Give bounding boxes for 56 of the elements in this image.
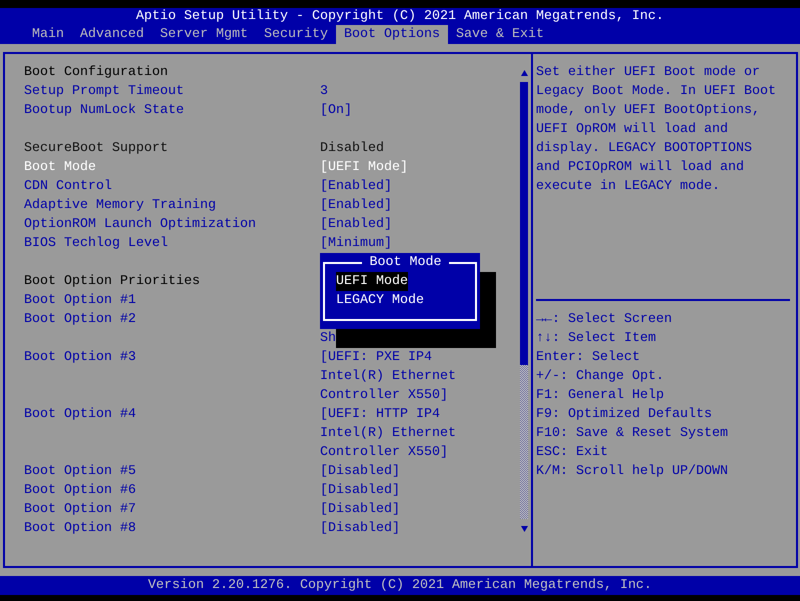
- setting-label[interactable]: Bootup NumLock State: [24, 101, 184, 120]
- menu-tab[interactable]: Save & Exit: [448, 25, 552, 44]
- key-hint: →←: Select Screen: [536, 311, 672, 329]
- setting-value[interactable]: [Disabled]: [320, 519, 400, 538]
- key-hint: F1: General Help: [536, 387, 664, 405]
- help-text: Set either UEFI Boot mode or Legacy Boot Mode. In UEFI Boot mode, only UEFI BootOptions, UEFI OpROM will load and display. LEGACY BOOTOPTIONS and PCIOpROM will load and execute in LEGACY mode.: [536, 64, 777, 196]
- info-value: Disabled: [320, 140, 384, 158]
- popup-title: Boot Mode: [368, 254, 442, 272]
- setting-label[interactable]: Boot Option #1: [24, 291, 136, 310]
- scroll-down-icon: [520, 526, 528, 532]
- setting-label[interactable]: Boot Option #7: [24, 500, 136, 519]
- setting-label[interactable]: OptionROM Launch Optimization: [24, 215, 256, 234]
- setting-label[interactable]: Adaptive Memory Training: [24, 196, 216, 215]
- setting-value[interactable]: [Disabled]: [320, 500, 400, 519]
- menu-tab[interactable]: Boot Options: [336, 25, 448, 44]
- menu-tab[interactable]: Security: [256, 25, 336, 44]
- menu-tab[interactable]: Server Mgmt: [152, 25, 256, 44]
- key-hint: +/-: Change Opt.: [536, 368, 664, 386]
- setting-value[interactable]: [UEFI: PXE IP4 Intel(R) Ethernet Controller X550]: [320, 348, 456, 405]
- section-heading: Boot Option Priorities: [24, 273, 200, 291]
- key-hint: F9: Optimized Defaults: [536, 406, 712, 424]
- setting-value[interactable]: [UEFI Mode]: [320, 158, 408, 177]
- setting-label[interactable]: Boot Option #4: [24, 405, 136, 424]
- key-hint: K/M: Scroll help UP/DOWN: [536, 463, 728, 481]
- info-label: SecureBoot Support: [24, 140, 168, 158]
- setting-value[interactable]: 3: [320, 82, 328, 101]
- setting-label[interactable]: Boot Option #5: [24, 462, 136, 481]
- key-hint: ↑↓: Select Item: [536, 330, 656, 348]
- setting-label[interactable]: Boot Mode: [24, 158, 96, 177]
- section-heading: Boot Configuration: [24, 64, 168, 82]
- setting-value[interactable]: [Disabled]: [320, 462, 400, 481]
- setting-value[interactable]: [Enabled]: [320, 177, 392, 196]
- setting-label[interactable]: BIOS Techlog Level: [24, 234, 168, 253]
- setting-value[interactable]: [Enabled]: [320, 196, 392, 215]
- setting-label[interactable]: Boot Option #8: [24, 519, 136, 538]
- setting-label[interactable]: CDN Control: [24, 177, 112, 196]
- menu-tab[interactable]: Main: [24, 25, 72, 44]
- key-hint: Enter: Select: [536, 349, 640, 367]
- window-title: Aptio Setup Utility - Copyright (C) 2021 American Megatrends, Inc.: [135, 8, 665, 25]
- scroll-up-icon: [520, 70, 528, 76]
- key-hint: ESC: Exit: [536, 444, 608, 462]
- setting-value[interactable]: [On]: [320, 101, 352, 120]
- popup-option[interactable]: UEFI Mode: [336, 272, 408, 291]
- setting-value[interactable]: [UEFI: HTTP IP4 Intel(R) Ethernet Controller X550]: [320, 405, 456, 462]
- copyright-text: Version 2.20.1276. Copyright (C) 2021 American Megatrends, Inc.: [148, 578, 652, 593]
- popup-option[interactable]: LEGACY Mode: [336, 291, 424, 310]
- key-hint: F10: Save & Reset System: [536, 425, 728, 443]
- menu-tab[interactable]: Advanced: [72, 25, 152, 44]
- setting-value[interactable]: [Minimum]: [320, 234, 392, 253]
- setting-label[interactable]: Setup Prompt Timeout: [24, 82, 184, 101]
- setting-label[interactable]: Boot Option #3: [24, 348, 136, 367]
- setting-label[interactable]: Boot Option #2: [24, 310, 136, 329]
- setting-value[interactable]: Sh: [320, 329, 336, 348]
- setting-value[interactable]: [Enabled]: [320, 215, 392, 234]
- setting-label[interactable]: Boot Option #6: [24, 481, 136, 500]
- setting-value[interactable]: [Disabled]: [320, 481, 400, 500]
